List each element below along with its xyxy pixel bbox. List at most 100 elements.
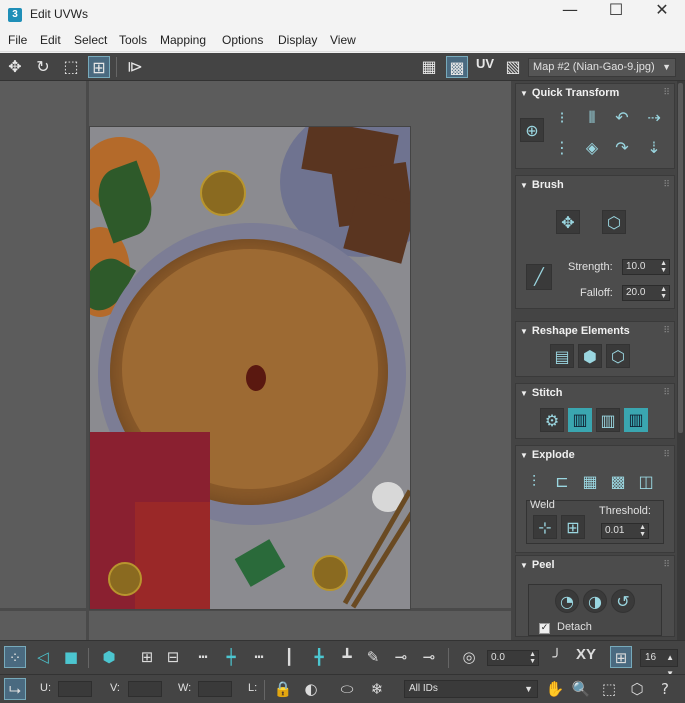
grow-selection-icon[interactable]: ⊞ bbox=[136, 646, 158, 668]
strength-spinner[interactable]: 10.0 ▲ ▼ bbox=[622, 259, 670, 275]
w-field[interactable] bbox=[198, 681, 232, 697]
snap-grid-icon[interactable]: ⊞ bbox=[610, 646, 632, 668]
rollout-title[interactable]: ▼ Brush bbox=[520, 179, 564, 191]
rollout-title[interactable]: ▼ Quick Transform bbox=[520, 87, 619, 99]
help-icon[interactable]: ? bbox=[654, 678, 676, 700]
hide-icon[interactable]: ◐ bbox=[300, 678, 322, 700]
grip-icon[interactable]: ⠿ bbox=[663, 88, 670, 98]
edge-select-icon[interactable]: ◁ bbox=[32, 646, 54, 668]
detach-checkbox[interactable]: ✓ bbox=[539, 623, 550, 634]
paint-shrink-icon[interactable]: ⊸ bbox=[418, 646, 440, 668]
panel-scrollbar[interactable] bbox=[677, 81, 685, 640]
loop-grow-icon[interactable]: ┿ bbox=[220, 646, 242, 668]
falloff-spinner[interactable]: 20.0 ▲ ▼ bbox=[622, 285, 670, 301]
grip-icon[interactable]: ⠿ bbox=[663, 326, 670, 336]
ring-shrink-icon[interactable]: ┻ bbox=[336, 646, 358, 668]
maximize-button[interactable]: ☐ bbox=[593, 0, 639, 30]
pan-icon[interactable]: ✋ bbox=[544, 678, 566, 700]
freeze-icon[interactable]: ❄ bbox=[366, 678, 388, 700]
quick-peel-icon[interactable]: ◔ bbox=[555, 589, 579, 613]
relax-icon[interactable]: ⬢ bbox=[578, 344, 602, 368]
zoom-region-icon[interactable]: ⬚ bbox=[598, 678, 620, 700]
ring-icon[interactable]: ┃ bbox=[278, 646, 300, 668]
vertex-select-icon[interactable]: ⁘ bbox=[4, 646, 26, 668]
break-icon[interactable]: ⫶ bbox=[522, 470, 546, 494]
loop-icon[interactable]: ┅ bbox=[192, 646, 214, 668]
face-select-icon[interactable]: ■ bbox=[60, 646, 82, 668]
grid-size-dropdown[interactable]: 16▲▼ bbox=[640, 649, 678, 678]
zoom-icon[interactable]: 🔍 bbox=[570, 678, 592, 700]
paint-move-icon[interactable]: ✥ bbox=[556, 210, 580, 234]
absolute-mode-icon[interactable]: ⮡ bbox=[4, 678, 26, 700]
ids-dropdown[interactable]: All IDs ▼ bbox=[404, 680, 538, 698]
flatten-custom-icon[interactable]: ▩ bbox=[606, 470, 630, 494]
space-horizontal-icon[interactable]: ⇢ bbox=[642, 106, 666, 130]
lock-icon[interactable]: 🔒 bbox=[272, 678, 294, 700]
falloff-type-icon[interactable]: ╯ bbox=[546, 646, 568, 668]
element-select-icon[interactable]: ⬢ bbox=[98, 646, 120, 668]
menu-view[interactable]: View bbox=[330, 33, 356, 47]
menu-file[interactable]: File bbox=[8, 33, 27, 47]
scale-icon[interactable]: ⬚ bbox=[60, 56, 82, 78]
rollout-title[interactable]: ▼ Reshape Elements bbox=[520, 325, 630, 337]
paint-grow-icon[interactable]: ⊸ bbox=[390, 646, 412, 668]
ring-grow-icon[interactable]: ╋ bbox=[308, 646, 330, 668]
align-horizontal-icon[interactable]: ⁝ bbox=[550, 106, 574, 130]
checker-icon[interactable]: ▦ bbox=[418, 56, 440, 78]
menu-mapping[interactable]: Mapping bbox=[160, 33, 206, 47]
align-left-icon[interactable]: ⋮ bbox=[550, 136, 574, 160]
texture-settings-icon[interactable]: ▧ bbox=[502, 56, 524, 78]
falloff-curve-icon[interactable]: ╱ bbox=[526, 264, 552, 290]
freeform-icon[interactable]: ⊞ bbox=[88, 56, 110, 78]
spinner-arrows-icon[interactable]: ▲▼ bbox=[639, 524, 646, 538]
show-icon[interactable]: ⬭ bbox=[336, 678, 358, 700]
stitch-custom-icon[interactable]: ⚙ bbox=[540, 408, 564, 432]
minimize-button[interactable]: — bbox=[547, 0, 593, 30]
weld-selected-icon[interactable]: ⊹ bbox=[533, 515, 557, 539]
rotate-cw-icon[interactable]: ↷ bbox=[610, 136, 634, 160]
checker-texture-icon[interactable]: ▩ bbox=[446, 56, 468, 78]
map-selector[interactable]: Map #2 (Nian-Gao-9.jpg) ▼ bbox=[528, 58, 676, 77]
space-vertical-icon[interactable]: ⇣ bbox=[642, 136, 666, 160]
close-button[interactable]: ✕ bbox=[639, 0, 685, 30]
grip-icon[interactable]: ⠿ bbox=[663, 560, 670, 570]
menu-display[interactable]: Display bbox=[278, 33, 317, 47]
angle-field[interactable]: 0.0 ▲ ▼ bbox=[487, 650, 539, 666]
uv-toggle[interactable]: UV bbox=[474, 56, 496, 78]
rollout-title[interactable]: ▼ Stitch bbox=[520, 387, 562, 399]
menu-tools[interactable]: Tools bbox=[119, 33, 147, 47]
move-icon[interactable]: ✥ bbox=[4, 56, 26, 78]
scrollbar-thumb[interactable] bbox=[678, 83, 683, 433]
menu-options[interactable]: Options bbox=[222, 33, 263, 47]
rotate-icon[interactable]: ↻ bbox=[32, 56, 54, 78]
flatten-icon[interactable]: ▦ bbox=[578, 470, 602, 494]
spinner-arrows-icon[interactable]: ▲▼ bbox=[660, 260, 667, 274]
mirror-icon[interactable]: ⧐ bbox=[124, 56, 146, 78]
relax-settings-icon[interactable]: ⬡ bbox=[606, 344, 630, 368]
stitch-target-icon[interactable]: ▥ bbox=[624, 408, 648, 432]
v-field[interactable] bbox=[128, 681, 162, 697]
spinner-arrows-icon[interactable]: ▲▼ bbox=[660, 286, 667, 300]
relax-brush-icon[interactable]: ⬡ bbox=[602, 210, 626, 234]
detach-edge-icon[interactable]: ⊏ bbox=[550, 470, 574, 494]
stitch-average-icon[interactable]: ▥ bbox=[596, 408, 620, 432]
menu-select[interactable]: Select bbox=[74, 33, 107, 47]
reset-peel-icon[interactable]: ↺ bbox=[611, 589, 635, 613]
paint-select-icon[interactable]: ✎ bbox=[362, 646, 384, 668]
u-field[interactable] bbox=[58, 681, 92, 697]
explode-settings-icon[interactable]: ◫ bbox=[634, 470, 658, 494]
grip-icon[interactable]: ⠿ bbox=[663, 388, 670, 398]
xy-toggle[interactable]: XY bbox=[572, 646, 600, 668]
zoom-extents-icon[interactable]: ⬡ bbox=[626, 678, 648, 700]
loop-shrink-icon[interactable]: ┅ bbox=[248, 646, 270, 668]
soft-select-icon[interactable]: ◎ bbox=[458, 646, 480, 668]
rollout-title[interactable]: ▼ Explode bbox=[520, 449, 575, 461]
peel-mode-icon[interactable]: ◑ bbox=[583, 589, 607, 613]
threshold-spinner[interactable]: 0.01 ▲ ▼ bbox=[601, 523, 649, 539]
menu-edit[interactable]: Edit bbox=[40, 33, 61, 47]
align-center-icon[interactable]: ⊕ bbox=[520, 118, 544, 142]
grip-icon[interactable]: ⠿ bbox=[663, 450, 670, 460]
straighten-icon[interactable]: ▤ bbox=[550, 344, 574, 368]
uv-viewport[interactable] bbox=[0, 81, 511, 640]
spinner-arrows-icon[interactable]: ▲▼ bbox=[529, 651, 536, 665]
